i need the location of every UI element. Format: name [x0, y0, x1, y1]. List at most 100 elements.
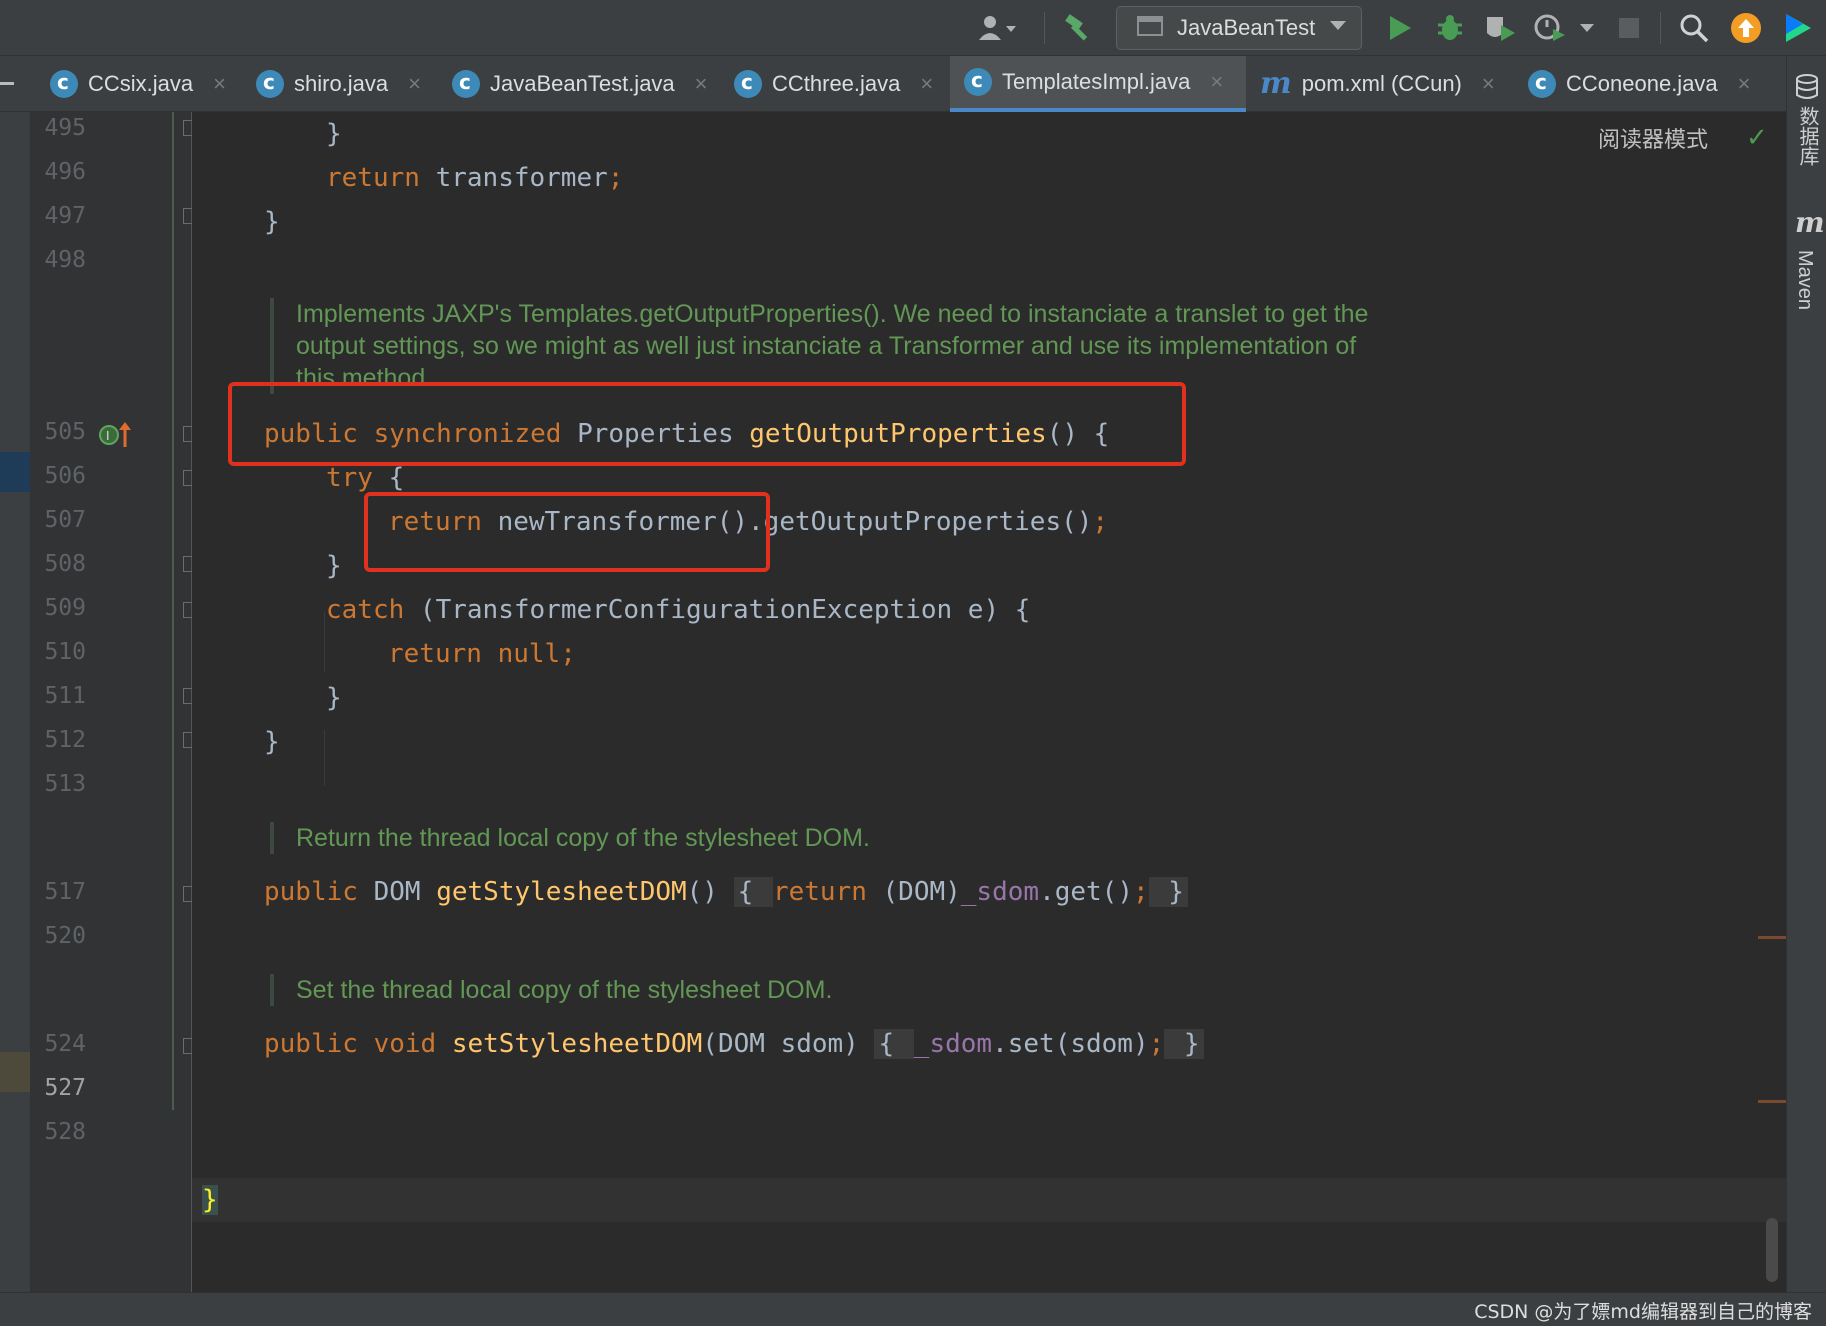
reader-mode-toggle[interactable]: 阅读器模式 [1598, 122, 1708, 154]
debug-icon[interactable] [1430, 10, 1470, 46]
class-locked-icon [964, 68, 992, 96]
vcs-change-bar [172, 112, 174, 1110]
watermark-text: CSDN @为了嫖md编辑器到自己的博客 [1474, 1301, 1812, 1323]
class-icon [50, 70, 78, 98]
javadoc-setstylesheetdom: Set the thread local copy of the stylesh… [270, 974, 832, 1006]
line-number-current: 527 [44, 1075, 86, 1101]
close-icon[interactable]: × [213, 71, 226, 97]
tab-pom-xml[interactable]: m pom.xml (CCun) × [1246, 56, 1500, 112]
chevron-down-icon [1329, 19, 1347, 37]
code-line-509: catch (TransformerConfigurationException… [326, 595, 1031, 625]
close-icon[interactable]: × [1738, 71, 1751, 97]
code-line-497: } [264, 207, 280, 237]
run-icon[interactable] [1382, 10, 1418, 46]
tab-bar-menu-icon[interactable] [0, 82, 14, 85]
jetbrains-logo-icon[interactable] [1780, 10, 1816, 46]
close-icon[interactable]: × [920, 71, 933, 97]
user-icon[interactable] [976, 10, 1020, 46]
class-icon [734, 70, 762, 98]
tab-cconeone[interactable]: CConeone.java × [1514, 56, 1764, 112]
class-icon [1528, 70, 1556, 98]
code-editor[interactable]: } return transformer; } Implements JAXP'… [192, 112, 1786, 1292]
code-line-508: } [326, 551, 342, 581]
tab-label: pom.xml (CCun) [1301, 71, 1462, 96]
line-number: 507 [44, 507, 86, 533]
database-tool-label[interactable]: 数据库 [1793, 106, 1822, 166]
line-number: 496 [44, 159, 86, 185]
line-number: 497 [44, 203, 86, 229]
toolbar-separator [1044, 12, 1045, 44]
maven-tool-label[interactable]: Maven [1793, 250, 1816, 310]
javadoc-getoutputproperties: Implements JAXP's Templates.getOutputPro… [270, 298, 1368, 394]
stop-icon[interactable] [1614, 10, 1644, 46]
line-number: 506 [44, 463, 86, 489]
code-line-496: return transformer; [326, 163, 624, 193]
main-toolbar: JavaBeanTest [0, 0, 1826, 56]
line-number: 524 [44, 1031, 86, 1057]
class-icon [452, 70, 480, 98]
code-line-512: } [264, 727, 280, 757]
line-number: 512 [44, 727, 86, 753]
indent-guide [324, 730, 325, 786]
javadoc-getstylesheetdom: Return the thread local copy of the styl… [270, 822, 870, 854]
line-number: 510 [44, 639, 86, 665]
run-config-icon [1137, 14, 1163, 43]
line-number: 528 [44, 1119, 86, 1145]
build-hammer-icon[interactable] [1060, 10, 1096, 46]
database-icon[interactable] [1795, 74, 1819, 105]
current-line-highlight [192, 1178, 1786, 1222]
tab-label: CCthree.java [772, 71, 901, 96]
line-number: 508 [44, 551, 86, 577]
line-number: 513 [44, 771, 86, 797]
svg-text:I: I [106, 429, 110, 443]
maven-icon[interactable]: m [1795, 206, 1825, 239]
tab-label: CConeone.java [1566, 71, 1718, 96]
indent-guide [324, 612, 325, 672]
toolbar-separator [1660, 12, 1661, 44]
code-line-517: public DOM getStylesheetDOM() { return (… [264, 870, 1188, 914]
tab-ccsix[interactable]: CCsix.java × [36, 56, 258, 112]
class-icon [256, 70, 284, 98]
tab-ccthree[interactable]: CCthree.java × [720, 56, 940, 112]
line-number: 495 [44, 115, 86, 141]
code-line-495: } [326, 119, 342, 149]
line-number: 517 [44, 879, 86, 905]
inspection-ok-icon[interactable]: ✓ [1746, 122, 1768, 153]
vertical-scrollbar[interactable] [1766, 1218, 1778, 1282]
scrollbar-marker[interactable] [1758, 936, 1786, 939]
editor-tab-bar: CCsix.java × shiro.java × JavaBeanTest.j… [0, 56, 1786, 112]
code-line-511: } [326, 683, 342, 713]
line-number: 509 [44, 595, 86, 621]
change-marker [0, 1052, 30, 1092]
close-icon[interactable]: × [1210, 69, 1223, 95]
run-config-selector[interactable]: JavaBeanTest [1116, 6, 1362, 50]
scrollbar-marker[interactable] [1758, 1100, 1786, 1103]
code-line-527: } [202, 1185, 218, 1215]
run-config-label: JavaBeanTest [1177, 15, 1316, 40]
tab-javabeantest[interactable]: JavaBeanTest.java × [438, 56, 712, 112]
implements-method-icon[interactable]: I [98, 420, 132, 455]
tab-label: CCsix.java [88, 71, 194, 96]
coverage-icon[interactable] [1480, 10, 1520, 46]
line-number: 498 [44, 247, 86, 273]
highlight-box-newtransformer [364, 492, 770, 572]
tab-templatesimpl[interactable]: TemplatesImpl.java × [950, 56, 1246, 112]
close-icon[interactable]: × [408, 71, 421, 97]
profiler-icon[interactable] [1530, 10, 1570, 46]
chevron-down-icon[interactable] [1576, 10, 1598, 46]
line-number: 520 [44, 923, 86, 949]
status-bar: CSDN @为了嫖md编辑器到自己的博客 [0, 1292, 1826, 1326]
search-icon[interactable] [1676, 10, 1712, 46]
code-line-524: public void setStylesheetDOM(DOM sdom) {… [264, 1022, 1204, 1066]
tab-label: TemplatesImpl.java [1002, 69, 1191, 94]
maven-icon: m [1260, 66, 1292, 101]
highlight-box-method-signature [228, 382, 1186, 466]
change-marker [0, 452, 30, 492]
tab-shiro[interactable]: shiro.java × [242, 56, 436, 112]
close-icon[interactable]: × [695, 71, 708, 97]
close-icon[interactable]: × [1482, 71, 1495, 97]
tab-label: shiro.java [294, 71, 389, 96]
update-icon[interactable] [1728, 10, 1764, 46]
left-tool-strip [0, 112, 30, 1292]
line-number: 511 [44, 683, 86, 709]
